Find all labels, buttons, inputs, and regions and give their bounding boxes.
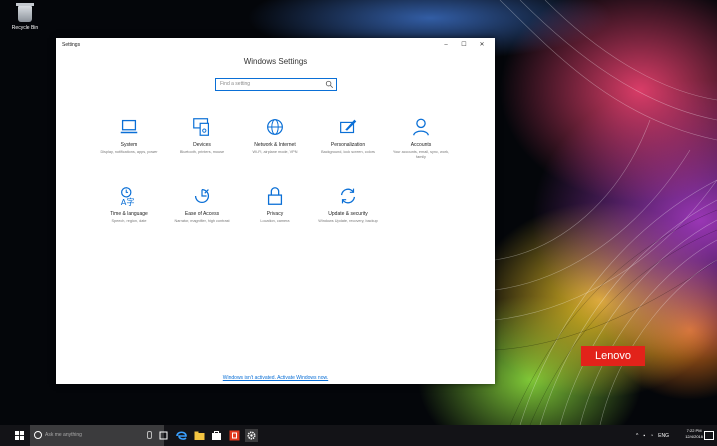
tile-description: Location, camera	[260, 219, 290, 223]
recycle-bin-label: Recycle Bin	[11, 25, 39, 31]
globe-icon	[267, 119, 283, 135]
system-tray: ^ ▪ ◔ ENG	[636, 428, 669, 443]
window-title: Settings	[62, 42, 81, 48]
search-placeholder: Find a setting	[220, 81, 251, 87]
clock-language-icon: A字	[121, 187, 135, 207]
file-explorer-icon[interactable]	[193, 429, 206, 442]
tile-label: Personalization	[330, 142, 366, 148]
taskbar-search-placeholder: Ask me anything	[45, 432, 82, 438]
lock-icon	[267, 187, 283, 205]
tile-ease-of-access[interactable]: Ease of Access Narrator, magnifier, high…	[166, 185, 238, 224]
volume-icon[interactable]: ◔	[650, 433, 653, 439]
recycle-bin-icon	[16, 3, 34, 22]
activate-windows-link[interactable]: Windows isn't activated. Activate Window…	[56, 375, 495, 381]
task-view-icon[interactable]	[157, 429, 170, 442]
action-center-icon[interactable]	[704, 431, 714, 440]
tile-system[interactable]: System Display, notifications, apps, pow…	[93, 116, 165, 155]
brush-icon	[340, 119, 357, 134]
tile-label: Network & Internet	[254, 142, 296, 148]
tile-description: Windows Update, recovery, backup	[318, 219, 378, 223]
tile-label: Update & security	[328, 211, 368, 217]
tile-description: Speech, region, date	[111, 219, 147, 223]
tile-devices[interactable]: Devices Bluetooth, printers, mouse	[166, 116, 238, 155]
settings-icon[interactable]	[245, 429, 258, 442]
tile-label: Privacy	[266, 211, 284, 217]
devices-icon	[193, 118, 210, 136]
tile-time-language[interactable]: A字 Time & language Speech, region, date	[93, 185, 165, 224]
search-icon	[325, 80, 334, 89]
tile-description: Bluetooth, printers, mouse	[179, 150, 225, 154]
lenovo-logo: Lenovo	[581, 346, 645, 366]
page-title: Windows Settings	[243, 57, 308, 66]
tile-accounts[interactable]: Accounts Your accounts, email, sync, wor…	[385, 116, 457, 160]
tile-label: Accounts	[410, 142, 432, 148]
tile-label: Devices	[193, 142, 211, 148]
microphone-icon[interactable]	[147, 431, 152, 439]
tile-description: Background, lock screen, colors	[321, 150, 375, 154]
clock[interactable]: 7:22 PM 12/4/2016	[685, 428, 703, 440]
tile-label: Time & language	[110, 211, 148, 217]
close-button[interactable]: ✕	[473, 38, 491, 52]
windows-start-button[interactable]	[15, 431, 24, 440]
laptop-icon	[120, 119, 138, 134]
settings-window: Settings – ☐ ✕ Windows Settings Find a s…	[56, 38, 495, 384]
tile-description: Your accounts, email, sync, work, family	[392, 150, 450, 159]
battery-icon[interactable]: ▪	[643, 433, 645, 439]
tile-description: Narrator, magnifier, high contrast	[174, 219, 230, 223]
tile-label: System	[120, 142, 138, 148]
tile-personalization[interactable]: Personalization Background, lock screen,…	[312, 116, 384, 155]
search-input[interactable]: Find a setting	[215, 78, 337, 91]
tile-description: Wi-Fi, airplane mode, VPN	[252, 150, 298, 154]
person-icon	[413, 118, 429, 136]
cortana-search-box[interactable]: Ask me anything	[30, 425, 164, 446]
tile-update-security[interactable]: Update & security Windows Update, recove…	[312, 185, 384, 224]
clock-date: 12/4/2016	[685, 434, 703, 439]
sync-icon	[340, 188, 356, 204]
taskbar: Ask me anything ^ ▪ ◔ ENG 7:22 PM 12/4/2…	[0, 425, 717, 446]
tile-network[interactable]: Network & Internet Wi-Fi, airplane mode,…	[239, 116, 311, 155]
store-icon[interactable]	[210, 429, 223, 442]
ease-of-access-icon	[194, 188, 210, 204]
show-hidden-icons-button[interactable]: ^	[636, 433, 638, 439]
title-bar[interactable]: Settings – ☐ ✕	[56, 38, 495, 52]
tile-privacy[interactable]: Privacy Location, camera	[239, 185, 311, 224]
tile-description: Display, notifications, apps, power	[100, 150, 158, 154]
tile-label: Ease of Access	[184, 211, 220, 217]
maximize-button[interactable]: ☐	[455, 38, 473, 52]
recycle-bin[interactable]: Recycle Bin	[9, 3, 41, 31]
svg-text:A字: A字	[121, 197, 135, 207]
language-indicator[interactable]: ENG	[658, 433, 669, 439]
office-icon[interactable]	[228, 429, 241, 442]
cortana-icon	[34, 431, 42, 439]
edge-icon[interactable]	[175, 429, 188, 442]
minimize-button[interactable]: –	[437, 38, 455, 52]
